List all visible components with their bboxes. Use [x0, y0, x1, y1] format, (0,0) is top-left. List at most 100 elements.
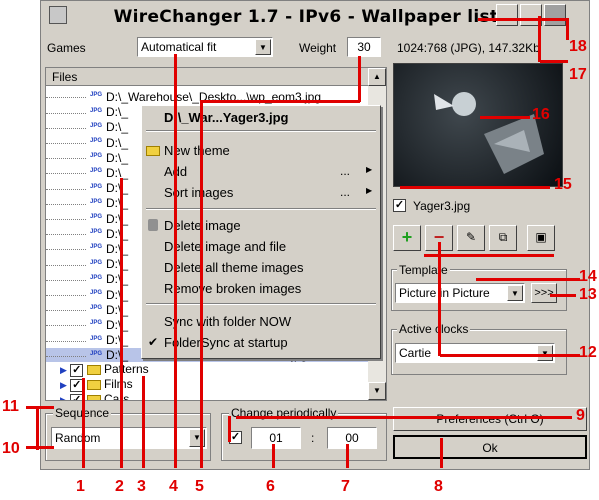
callout-18: 18 [569, 38, 587, 55]
callout-5: 5 [195, 478, 204, 495]
callout-7: 7 [341, 478, 350, 495]
menu-item-delete-all[interactable]: Delete all theme images [164, 260, 303, 275]
folder-row-cars[interactable]: ▶ ✓ Cars [60, 392, 130, 401]
jpg-file-icon: JPG [90, 274, 103, 281]
weight-label: Weight [299, 41, 337, 55]
trash-icon [148, 219, 158, 231]
callout-line-9v [228, 416, 231, 442]
close-button[interactable] [544, 4, 566, 26]
file-path: D:\_ [106, 181, 129, 196]
settings-icon[interactable]: ▣ [527, 225, 555, 251]
expand-icon[interactable]: ▶ [60, 395, 67, 400]
callout-17: 17 [569, 66, 587, 83]
file-path: D:\_ [106, 333, 129, 348]
callout-1: 1 [76, 478, 85, 495]
tree-connector [46, 264, 86, 266]
callout-line-15 [400, 186, 550, 189]
minutes-value: 00 [345, 431, 359, 445]
menu-item-foldersync[interactable]: FolderSync at startup [164, 335, 288, 350]
weight-input[interactable]: 30 [347, 37, 381, 57]
file-path: D:\_ [106, 211, 129, 226]
jpg-file-icon: JPG [90, 350, 103, 357]
sequence-combobox[interactable]: Random ▼ [51, 427, 207, 449]
jpg-file-icon: JPG [90, 244, 103, 251]
callout-line-4 [174, 54, 177, 468]
callout-line-18v [566, 18, 569, 40]
file-path: D:\_ [106, 166, 129, 180]
tree-connector [46, 234, 86, 236]
context-menu: D:\_War...Yager3.jpg New theme Add ... ▶… [141, 105, 381, 359]
callout-12: 12 [579, 344, 597, 361]
callout-13: 13 [579, 286, 597, 303]
hours-value: 01 [269, 431, 283, 445]
scroll-down-icon[interactable]: ▼ [368, 382, 386, 400]
tree-connector [46, 310, 86, 312]
menu-item-delete-image-file[interactable]: Delete image and file [164, 239, 286, 254]
callout-line-8 [440, 438, 443, 468]
expand-icon[interactable]: ▶ [60, 365, 67, 375]
minutes-input[interactable]: 00 [327, 427, 377, 449]
folder-checkbox[interactable]: ✓ [70, 364, 84, 377]
tree-connector [46, 158, 86, 160]
wallpaper-preview[interactable] [393, 63, 563, 187]
tree-connector [46, 279, 86, 281]
menu-item-remove-broken[interactable]: Remove broken images [164, 281, 301, 296]
file-path: D:\_ [106, 135, 129, 150]
copy-icon[interactable]: ⧉ [489, 225, 517, 251]
scroll-up-icon[interactable]: ▲ [368, 68, 386, 86]
callout-11: 11 [2, 398, 19, 415]
menu-title: D:\_War...Yager3.jpg [164, 110, 289, 125]
folder-row-patterns[interactable]: ▶ ✓ Patterns [60, 362, 149, 377]
callout-2: 2 [115, 478, 124, 495]
menu-separator [146, 303, 376, 305]
chevron-down-icon[interactable]: ▼ [537, 345, 553, 361]
callout-line-5 [200, 100, 203, 468]
callout-line-11 [36, 408, 39, 450]
callout-line-7 [346, 444, 349, 468]
expand-icon[interactable]: ▶ [60, 380, 67, 390]
template-value: Picture in Picture [399, 286, 490, 300]
menu-ellipsis: ... [340, 164, 351, 178]
jpg-file-icon: JPG [90, 229, 103, 236]
chevron-down-icon[interactable]: ▼ [507, 285, 523, 301]
template-more-button[interactable]: >>> [531, 283, 557, 303]
preview-checkbox[interactable]: ✓ [393, 199, 406, 212]
tree-connector [46, 294, 86, 296]
submenu-arrow-icon: ▶ [366, 165, 373, 174]
tree-connector [46, 173, 86, 175]
callout-line-5v [358, 56, 361, 102]
template-combobox[interactable]: Picture in Picture ▼ [395, 283, 525, 303]
callout-line-1 [82, 378, 85, 468]
check-icon: ✔ [148, 335, 159, 349]
menu-item-sync-now[interactable]: Sync with folder NOW [164, 314, 291, 329]
jpg-file-icon: JPG [90, 107, 103, 114]
add-image-icon[interactable]: + [393, 225, 421, 251]
edit-icon[interactable]: ✎ [457, 225, 485, 251]
callout-line-14 [476, 278, 580, 281]
clocks-combobox[interactable]: Cartie ▼ [395, 343, 555, 363]
fit-combobox[interactable]: Automatical fit ▼ [137, 37, 273, 57]
jpg-file-icon: JPG [90, 198, 103, 205]
hours-input[interactable]: 01 [251, 427, 301, 449]
ok-button[interactable]: Ok [393, 435, 587, 459]
callout-line-11h [26, 406, 54, 409]
submenu-arrow-icon: ▶ [366, 186, 373, 195]
callout-line-3 [142, 376, 145, 468]
file-path: D:\_ [106, 242, 129, 256]
folder-label: Cars [103, 392, 130, 401]
app-icon[interactable] [49, 6, 67, 24]
file-path: D:\_ [106, 150, 129, 165]
callout-line-9 [236, 416, 572, 419]
file-path: D:\_ [106, 302, 129, 317]
chevron-down-icon[interactable]: ▼ [255, 39, 271, 55]
folder-icon [86, 379, 101, 390]
callout-3: 3 [137, 478, 146, 495]
jpg-file-icon: JPG [90, 305, 103, 312]
callout-10: 10 [2, 440, 20, 457]
minimize-button[interactable] [496, 4, 518, 26]
tree-connector [46, 188, 86, 190]
callout-14: 14 [579, 268, 597, 285]
preferences-button[interactable]: Preferences (Ctrl O) [393, 407, 587, 431]
callout-line-12 [440, 354, 580, 357]
callout-9: 9 [576, 407, 585, 424]
